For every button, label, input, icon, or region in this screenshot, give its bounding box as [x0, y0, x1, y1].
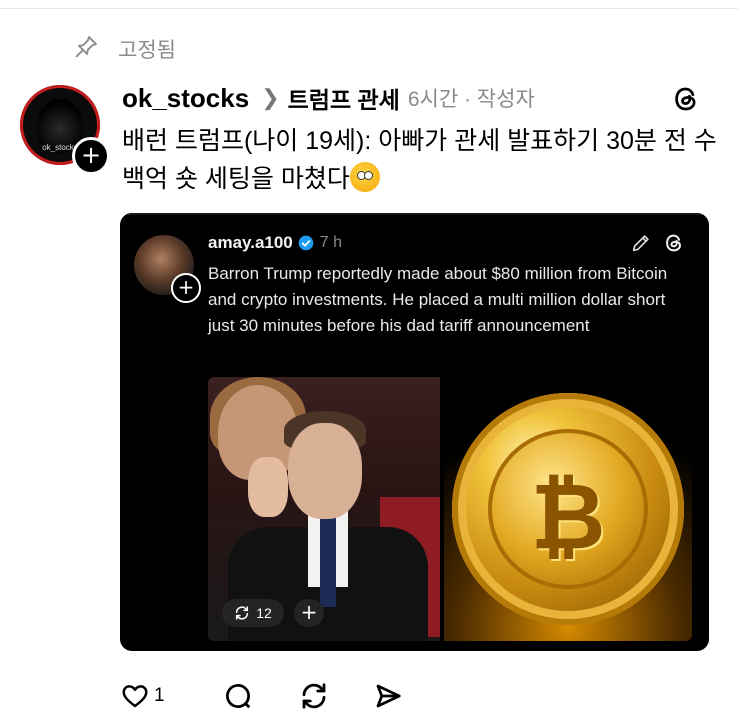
raised-hand [248, 457, 288, 517]
add-button[interactable]: + [294, 599, 324, 627]
send-icon [376, 684, 401, 708]
reply-button[interactable] [223, 681, 253, 711]
author-username[interactable]: ok_stocks [122, 83, 249, 114]
top-divider [0, 8, 738, 9]
verified-badge-icon [298, 235, 314, 251]
share-button[interactable] [373, 681, 403, 711]
chevron-right-icon: ❯ [261, 85, 280, 110]
quoted-header: amay.a100 7 h [208, 233, 342, 253]
follow-button[interactable]: + [72, 137, 110, 175]
threads-logo-icon[interactable] [663, 232, 685, 254]
pin-icon [72, 33, 100, 66]
quoted-text: Barron Trump reportedly made about $80 m… [208, 264, 668, 335]
like-button[interactable]: 1 [120, 681, 165, 711]
pencil-icon[interactable] [630, 232, 652, 254]
bitcoin-symbol-icon: ₿ [530, 463, 606, 570]
repost-count-pill[interactable]: 12 [222, 599, 284, 627]
face [288, 423, 362, 519]
threads-logo-icon[interactable] [671, 84, 701, 114]
post-text: 배런 트럼프(나이 19세): 아빠가 관세 발표하기 30분 전 수백억 숏 … [122, 122, 722, 198]
heart-icon [122, 685, 148, 708]
post-header: ok_stocks ❯ 트럼프 관세 6시간 · 작성자 [122, 80, 535, 116]
comment-bubble-icon [225, 683, 250, 709]
quoted-follow-button[interactable]: + [171, 273, 201, 303]
repost-icon [236, 606, 249, 620]
like-count: 1 [154, 685, 165, 706]
repost-count: 12 [256, 605, 272, 621]
tie [320, 517, 336, 607]
card-divider [120, 213, 709, 215]
quoted-username[interactable]: amay.a100 [208, 233, 293, 253]
coin-center: ₿ [488, 429, 648, 589]
post-body: 배런 트럼프(나이 19세): 아빠가 관세 발표하기 30분 전 수백억 숏 … [122, 127, 717, 193]
quoted-post-card[interactable]: + amay.a100 7 h Barron Trump reportedly … [120, 213, 709, 651]
bitcoin-coin: ₿ [452, 393, 684, 625]
shocked-face-emoji-icon [349, 162, 380, 192]
post-meta: 6시간 · 작성자 [407, 88, 535, 111]
quoted-image-bitcoin[interactable]: ₿ [444, 377, 692, 641]
repost-button[interactable] [299, 681, 329, 711]
pinned-indicator: 고정됨 [72, 34, 176, 64]
pinned-label: 고정됨 [118, 39, 176, 62]
quoted-time: 7 h [319, 234, 343, 251]
action-bar: 1 [120, 680, 403, 712]
quoted-image-person[interactable]: 12 + [208, 377, 440, 641]
topic-tag[interactable]: 트럼프 관세 [288, 81, 400, 115]
repost-icon [302, 683, 325, 709]
